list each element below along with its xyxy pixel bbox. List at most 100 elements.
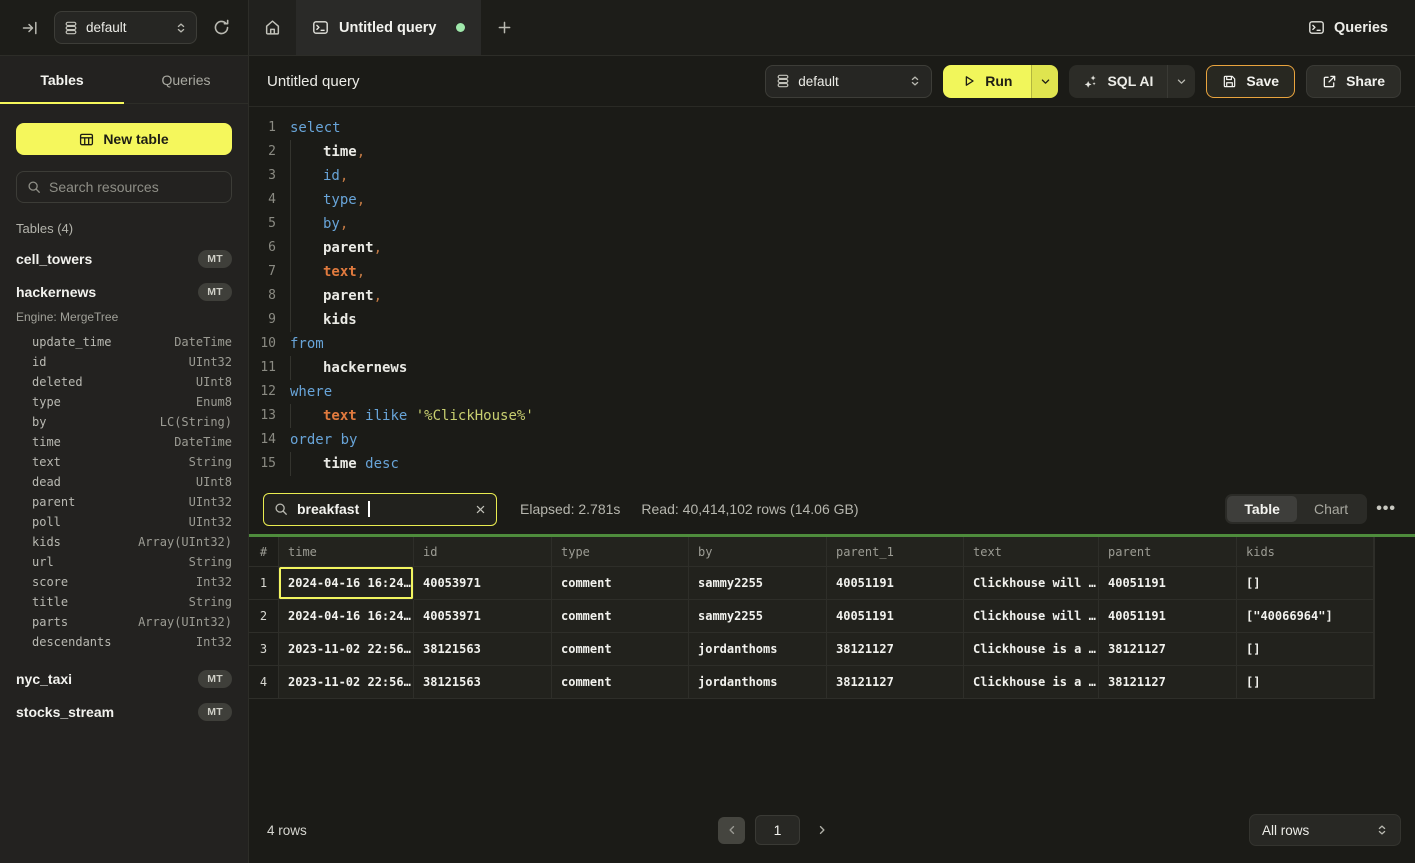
table-column-row[interactable]: descendants Int32 — [0, 632, 248, 652]
editor-line[interactable]: 13text ilike '%ClickHouse%' — [249, 404, 1415, 428]
column-header[interactable]: text — [964, 537, 1099, 567]
sql-ai-button[interactable]: SQL AI — [1069, 65, 1167, 98]
table-cell[interactable]: 40053971 — [414, 600, 552, 633]
table-column-row[interactable]: update_time DateTime — [0, 332, 248, 352]
column-header[interactable]: kids — [1237, 537, 1374, 567]
sidebar-tab-tables[interactable]: Tables — [0, 56, 124, 103]
table-cell[interactable]: 38121127 — [1099, 633, 1237, 666]
run-options-button[interactable] — [1031, 65, 1058, 98]
editor-line[interactable]: 5by, — [249, 212, 1415, 236]
table-cell[interactable]: Clickhouse is a … — [964, 666, 1099, 699]
query-database-selector[interactable]: default — [765, 65, 932, 98]
row-number-cell[interactable]: 3 — [249, 633, 279, 666]
table-cell[interactable]: 40053971 — [414, 567, 552, 600]
table-cell[interactable]: sammy2255 — [689, 567, 827, 600]
results-filter-input[interactable]: breakfast — [263, 493, 497, 526]
table-cell[interactable]: 38121127 — [1099, 666, 1237, 699]
sidebar-table-item[interactable]: nyc_taxi MT — [0, 662, 248, 695]
tab-untitled-query[interactable]: Untitled query — [296, 0, 481, 55]
table-cell[interactable]: 40051191 — [1099, 600, 1237, 633]
run-button[interactable]: Run — [943, 65, 1031, 98]
column-header[interactable]: type — [552, 537, 689, 567]
table-cell[interactable]: 38121127 — [827, 666, 964, 699]
editor-line[interactable]: 1select — [249, 116, 1415, 140]
sidebar-table-item[interactable]: hackernews MT — [0, 275, 248, 308]
column-header[interactable]: time — [279, 537, 414, 567]
row-number-cell[interactable]: 2 — [249, 600, 279, 633]
editor-line[interactable]: 4type, — [249, 188, 1415, 212]
queries-button[interactable]: Queries — [1308, 0, 1415, 55]
table-cell[interactable]: 38121563 — [414, 666, 552, 699]
table-cell[interactable]: 2023-11-02 22:56… — [279, 666, 414, 699]
table-cell[interactable]: comment — [552, 633, 689, 666]
table-cell[interactable]: 2023-11-02 22:56… — [279, 633, 414, 666]
topbar-database-selector[interactable]: default — [54, 11, 197, 44]
table-cell[interactable]: Clickhouse is a … — [964, 633, 1099, 666]
sidebar-tab-queries[interactable]: Queries — [124, 56, 248, 103]
table-cell[interactable]: 38121127 — [827, 633, 964, 666]
table-column-row[interactable]: score Int32 — [0, 572, 248, 592]
table-cell[interactable]: [] — [1237, 567, 1374, 600]
sql-editor[interactable]: 1select2time,3id,4type,5by,6parent,7text… — [249, 107, 1415, 484]
table-cell[interactable]: comment — [552, 666, 689, 699]
editor-line[interactable]: 3id, — [249, 164, 1415, 188]
editor-line[interactable]: 14order by — [249, 428, 1415, 452]
table-cell[interactable]: [] — [1237, 666, 1374, 699]
table-cell[interactable]: jordanthoms — [689, 633, 827, 666]
editor-line[interactable]: 7text, — [249, 260, 1415, 284]
table-column-row[interactable]: text String — [0, 452, 248, 472]
table-column-row[interactable]: deleted UInt8 — [0, 372, 248, 392]
table-cell[interactable]: comment — [552, 600, 689, 633]
column-header[interactable]: id — [414, 537, 552, 567]
editor-line[interactable]: 10from — [249, 332, 1415, 356]
editor-line[interactable]: 9kids — [249, 308, 1415, 332]
row-number-cell[interactable]: 1 — [249, 567, 279, 600]
table-column-row[interactable]: parts Array(UInt32) — [0, 612, 248, 632]
table-column-row[interactable]: url String — [0, 552, 248, 572]
view-toggle-chart[interactable]: Chart — [1297, 496, 1365, 522]
table-cell[interactable]: 38121563 — [414, 633, 552, 666]
table-column-row[interactable]: poll UInt32 — [0, 512, 248, 532]
table-cell[interactable]: [] — [1237, 633, 1374, 666]
table-cell[interactable]: sammy2255 — [689, 600, 827, 633]
table-cell[interactable]: Clickhouse will … — [964, 600, 1099, 633]
column-header[interactable]: # — [249, 537, 279, 567]
row-number-cell[interactable]: 4 — [249, 666, 279, 699]
page-size-selector[interactable]: All rows — [1249, 814, 1401, 846]
next-page-button[interactable] — [810, 817, 834, 844]
page-number-input[interactable]: 1 — [755, 815, 800, 845]
table-cell[interactable]: 40051191 — [827, 600, 964, 633]
home-button[interactable] — [249, 0, 296, 55]
table-column-row[interactable]: title String — [0, 592, 248, 612]
table-column-row[interactable]: id UInt32 — [0, 352, 248, 372]
sidebar-table-item[interactable]: stocks_stream MT — [0, 695, 248, 728]
new-tab-button[interactable] — [481, 0, 527, 55]
table-cell[interactable]: ["40066964"] — [1237, 600, 1374, 633]
table-column-row[interactable]: kids Array(UInt32) — [0, 532, 248, 552]
table-cell[interactable]: 2024-04-16 16:24… — [279, 600, 414, 633]
sql-ai-options-button[interactable] — [1167, 65, 1195, 98]
table-column-row[interactable]: time DateTime — [0, 432, 248, 452]
search-resources-input[interactable] — [49, 179, 221, 195]
editor-line[interactable]: 2time, — [249, 140, 1415, 164]
collapse-sidebar-icon[interactable] — [22, 20, 38, 36]
editor-line[interactable]: 6parent, — [249, 236, 1415, 260]
sidebar-table-item[interactable]: cell_towers MT — [0, 242, 248, 275]
view-toggle-table[interactable]: Table — [1227, 496, 1297, 522]
refresh-icon[interactable] — [213, 19, 230, 36]
table-cell[interactable]: 40051191 — [1099, 567, 1237, 600]
column-header[interactable]: parent_1 — [827, 537, 964, 567]
table-cell[interactable]: 40051191 — [827, 567, 964, 600]
table-column-row[interactable]: dead UInt8 — [0, 472, 248, 492]
column-header[interactable]: by — [689, 537, 827, 567]
new-table-button[interactable]: New table — [16, 123, 232, 155]
table-cell[interactable]: Clickhouse will … — [964, 567, 1099, 600]
more-options-icon[interactable]: ••• — [1376, 500, 1396, 518]
editor-line[interactable]: 12where — [249, 380, 1415, 404]
clear-filter-icon[interactable] — [475, 504, 486, 515]
share-button[interactable]: Share — [1306, 65, 1401, 98]
editor-line[interactable]: 11hackernews — [249, 356, 1415, 380]
editor-line[interactable]: 8parent, — [249, 284, 1415, 308]
editor-line[interactable]: 15time desc — [249, 452, 1415, 476]
save-button[interactable]: Save — [1206, 65, 1295, 98]
